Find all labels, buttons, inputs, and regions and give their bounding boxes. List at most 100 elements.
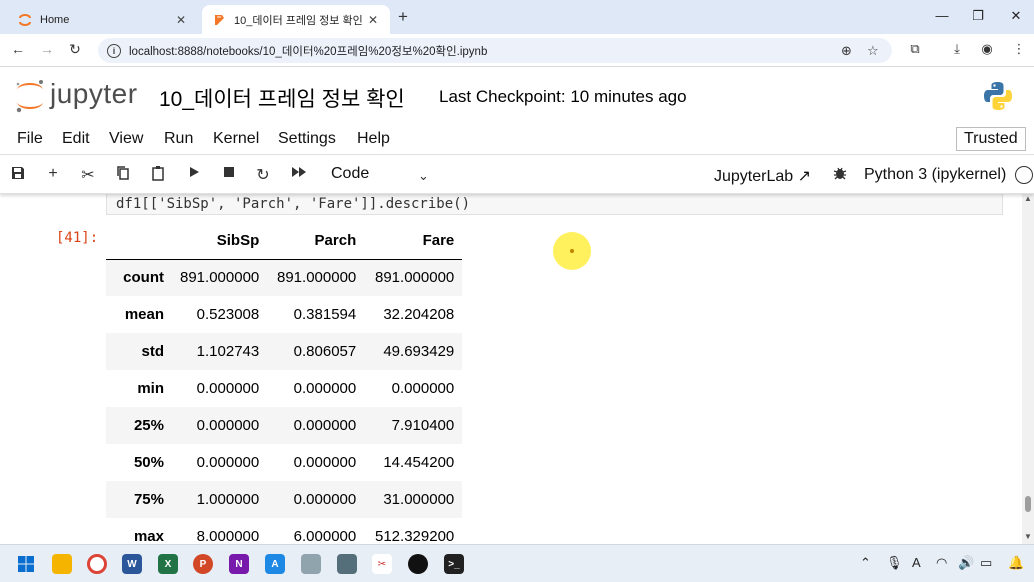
table-cell: 32.204208: [383, 306, 455, 323]
row-index: max: [133, 528, 164, 544]
terminal-icon[interactable]: >_: [444, 554, 464, 574]
trusted-indicator[interactable]: Trusted: [956, 127, 1026, 151]
fast-forward-icon[interactable]: [289, 165, 309, 184]
excel-icon[interactable]: X: [158, 554, 178, 574]
kernel-status-icon: [1015, 166, 1033, 184]
table-row: std 1.102743 0.806057 49.693429: [106, 333, 463, 370]
battery-icon[interactable]: ▭: [980, 555, 992, 571]
notifications-icon[interactable]: 🔔: [1008, 555, 1024, 571]
table-cell: 0.806057: [293, 343, 357, 360]
restore-icon[interactable]: ❐: [968, 8, 988, 24]
windows-start-icon[interactable]: [16, 554, 36, 574]
menu-settings[interactable]: Settings: [278, 130, 336, 148]
table-cell: 0.000000: [293, 491, 357, 508]
close-window-icon[interactable]: ✕: [1006, 8, 1026, 24]
github-icon[interactable]: [408, 554, 428, 574]
stop-icon[interactable]: [219, 165, 239, 183]
file-explorer-icon[interactable]: [52, 554, 72, 574]
table-row: min 0.000000 0.000000 0.000000: [106, 370, 462, 407]
table-cell: 14.454200: [383, 454, 455, 471]
paste-icon[interactable]: [148, 165, 168, 186]
jupyter-logo-text[interactable]: jupyter: [50, 78, 138, 110]
table-cell: 0.000000: [293, 454, 357, 471]
menu-edit[interactable]: Edit: [62, 130, 90, 148]
new-tab-icon[interactable]: +: [398, 7, 408, 27]
forward-icon[interactable]: →: [38, 41, 56, 57]
notebook-area[interactable]: df1[['SibSp', 'Parch', 'Fare']].describe…: [0, 194, 1022, 544]
table-row: mean 0.523008 0.381594 32.204208: [106, 296, 462, 333]
reload-icon[interactable]: ↻: [66, 41, 84, 58]
tab-label: 10_데이터 프레임 정보 확인: [234, 14, 363, 27]
zoom-icon[interactable]: ⊕: [841, 43, 852, 59]
close-tab-icon[interactable]: ✕: [366, 13, 380, 27]
jupyter-logo-icon[interactable]: [14, 79, 46, 113]
close-tab-icon[interactable]: ✕: [174, 13, 188, 27]
jupyterlab-link[interactable]: JupyterLab ↗: [714, 166, 811, 186]
menu-run[interactable]: Run: [164, 130, 193, 148]
notebook-toolbar: + ✂ ↻ Code ⌄ JupyterLab ↗ Python 3 (ipyk…: [0, 156, 1034, 194]
bookmark-star-icon[interactable]: ☆: [867, 43, 879, 59]
notebook-title[interactable]: 10_데이터 프레임 정보 확인: [159, 83, 405, 113]
row-index: min: [137, 380, 164, 397]
table-cell: 0.000000: [293, 380, 357, 397]
chrome-icon[interactable]: [87, 554, 107, 574]
menu-help[interactable]: Help: [357, 130, 390, 148]
scrollbar-thumb[interactable]: [1025, 496, 1031, 512]
wifi-icon[interactable]: ◠: [936, 555, 947, 571]
download-icon[interactable]: ⤓: [948, 41, 966, 57]
powerpoint-icon[interactable]: P: [193, 554, 213, 574]
chevron-down-icon[interactable]: ⌄: [418, 168, 429, 184]
menu-view[interactable]: View: [109, 130, 143, 148]
row-index: 50%: [133, 454, 164, 471]
kernel-name[interactable]: Python 3 (ipykernel): [864, 166, 1006, 184]
column-header: Parch: [267, 222, 365, 260]
debugger-bug-icon[interactable]: [830, 165, 850, 186]
row-index: 25%: [133, 417, 164, 434]
snipping-tool-icon[interactable]: ✂: [372, 554, 392, 574]
table-cell: 31.000000: [383, 491, 455, 508]
cut-icon[interactable]: ✂: [78, 165, 98, 185]
table-cell: 0.000000: [391, 380, 455, 397]
table-cell: 512.329200: [375, 528, 455, 544]
table-row: max 8.000000 6.000000 512.329200: [106, 518, 462, 544]
notepad-icon[interactable]: [301, 554, 321, 574]
column-header: SibSp: [172, 222, 268, 260]
table-cell: 1.000000: [196, 491, 260, 508]
more-menu-icon[interactable]: ⋮: [1010, 41, 1028, 57]
restart-kernel-icon[interactable]: ↻: [253, 165, 273, 185]
run-icon[interactable]: [184, 165, 204, 184]
table-row: 25% 0.000000 0.000000 7.910400: [106, 407, 463, 444]
url-text: localhost:8888/notebooks/10_데이터%20프레임%20…: [129, 45, 488, 58]
minimize-icon[interactable]: —: [932, 8, 952, 23]
app-window: Home ✕ 10_데이터 프레임 정보 확인 ✕ + — ❐ ✕ ← → ↻ …: [0, 0, 1034, 582]
microphone-icon[interactable]: 🎙: [886, 555, 903, 571]
scroll-down-arrow-icon[interactable]: ▼: [1024, 532, 1032, 541]
site-info-icon[interactable]: i: [107, 43, 121, 58]
save-icon[interactable]: [8, 165, 28, 186]
table-cell: 891.000000: [375, 269, 455, 287]
word-icon[interactable]: W: [122, 554, 142, 574]
row-index: 75%: [133, 491, 164, 508]
profile-icon[interactable]: ◉: [978, 41, 996, 57]
azure-icon[interactable]: A: [265, 554, 285, 574]
address-bar[interactable]: i localhost:8888/notebooks/10_데이터%20프레임%…: [98, 38, 892, 63]
vertical-scrollbar[interactable]: ▲ ▼: [1022, 194, 1034, 544]
tab-home[interactable]: Home ✕: [8, 5, 198, 34]
input-method-icon[interactable]: A: [912, 555, 921, 570]
tray-overflow-icon[interactable]: ⌃: [860, 555, 871, 571]
copy-icon[interactable]: [113, 165, 133, 186]
volume-icon[interactable]: 🔊: [958, 555, 974, 571]
onenote-icon[interactable]: N: [229, 554, 249, 574]
jupyter-header: jupyter 10_데이터 프레임 정보 확인 Last Checkpoint…: [0, 67, 1034, 124]
cast-icon[interactable]: ⧉: [906, 41, 924, 57]
calculator-icon[interactable]: [337, 554, 357, 574]
code-cell-input[interactable]: df1[['SibSp', 'Parch', 'Fare']].describe…: [106, 194, 1003, 215]
tab-notebook[interactable]: 10_데이터 프레임 정보 확인 ✕: [202, 5, 390, 34]
back-icon[interactable]: ←: [9, 41, 27, 57]
menu-file[interactable]: File: [17, 130, 43, 148]
scroll-up-arrow-icon[interactable]: ▲: [1024, 194, 1032, 203]
add-cell-icon[interactable]: +: [43, 165, 63, 183]
menu-kernel[interactable]: Kernel: [213, 130, 259, 148]
cell-type-select[interactable]: Code: [331, 165, 369, 183]
table-cell: 8.000000: [196, 528, 260, 544]
